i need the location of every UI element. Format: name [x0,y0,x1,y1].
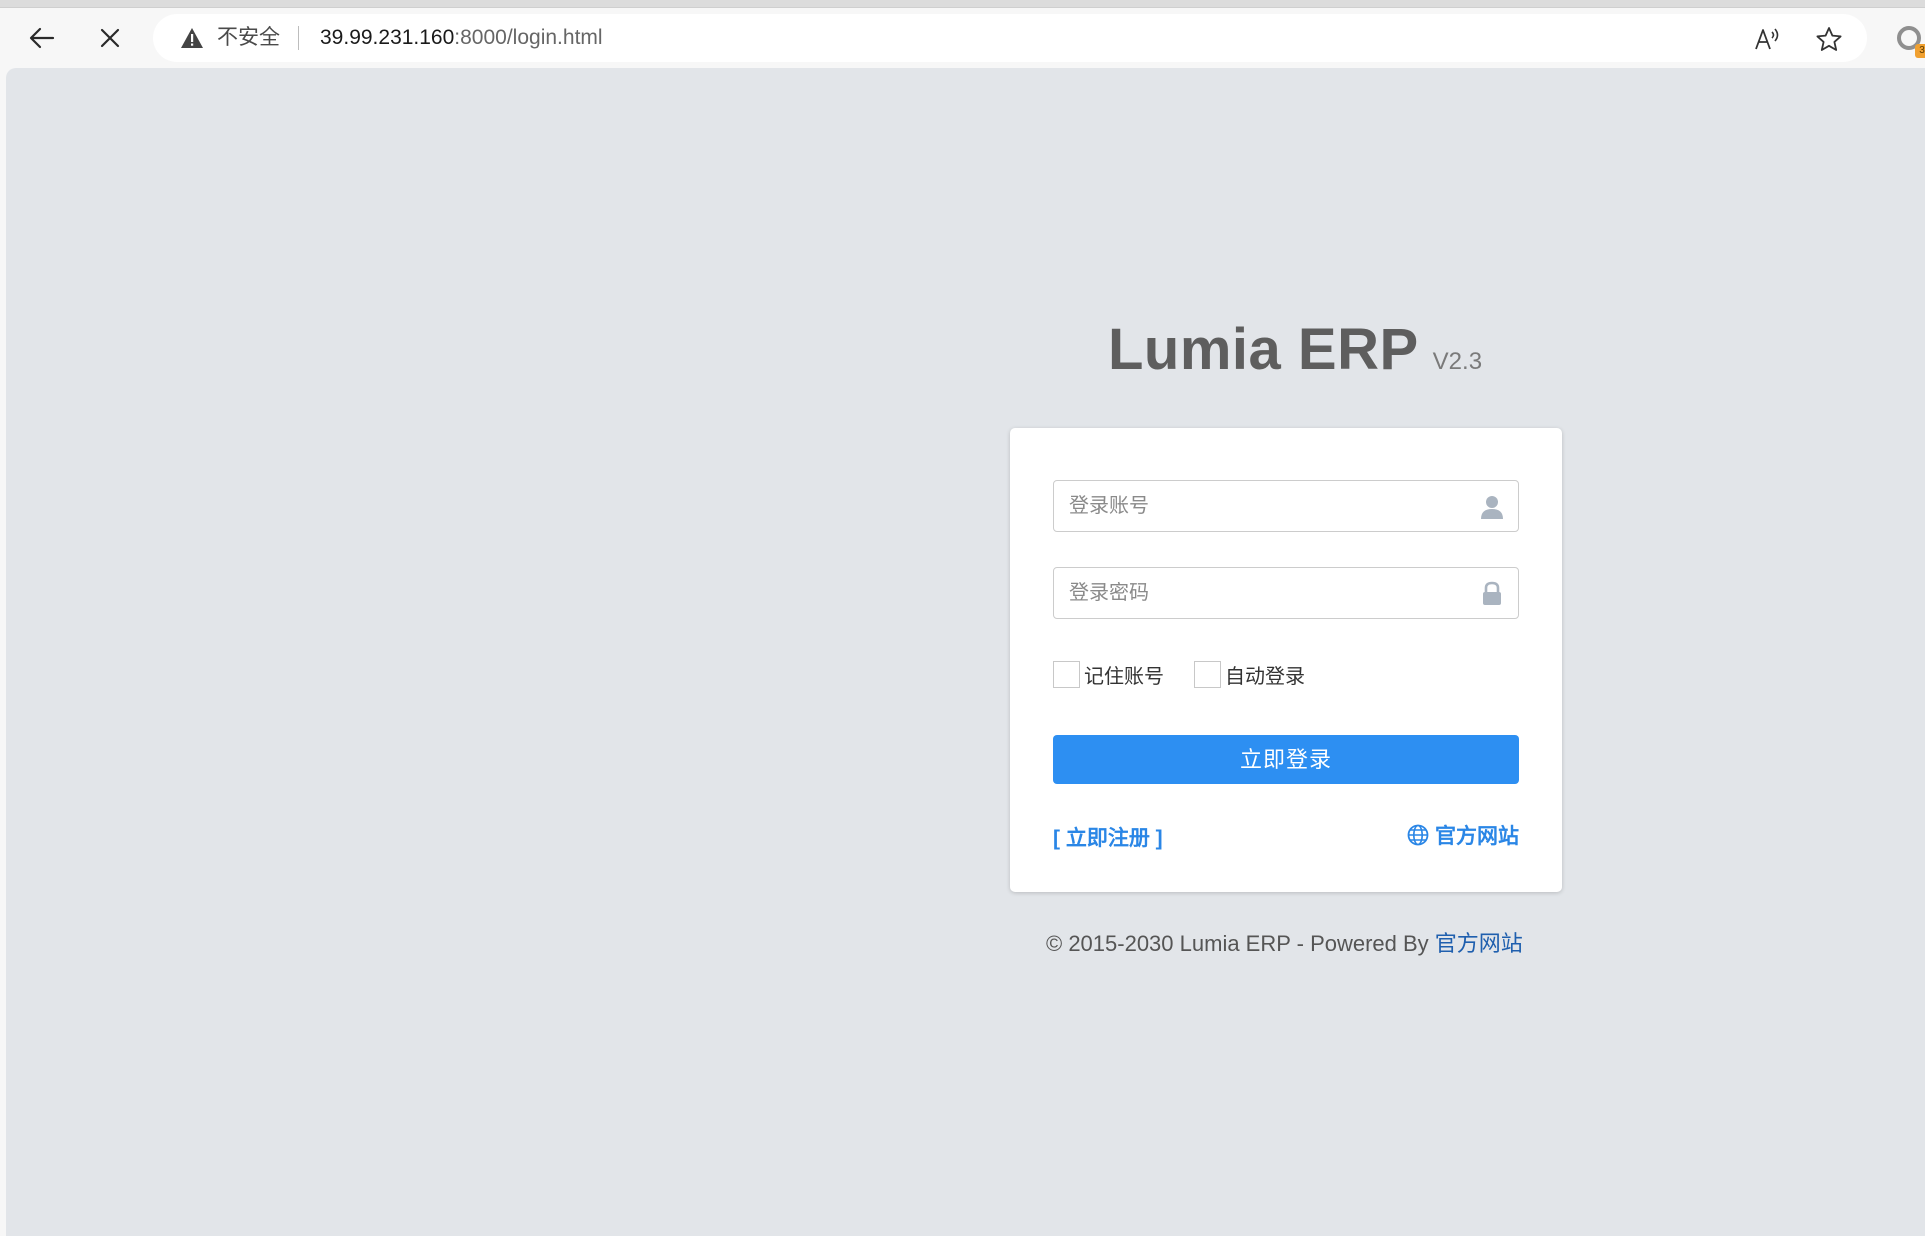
browser-toolbar: 不安全 39.99.231.160:8000/login.html 3 [0,0,1925,72]
user-icon [1481,496,1503,519]
password-field[interactable] [1053,567,1519,619]
close-icon [100,28,120,48]
password-input[interactable] [1054,568,1518,618]
official-website-link[interactable]: 官方网站 [1407,820,1519,850]
remember-account-checkbox[interactable]: 记住账号 [1053,660,1164,689]
copyright-text: © 2015-2030 Lumia ERP - Powered By [1046,931,1435,956]
login-card: 记住账号 自动登录 立即登录 [ 立即注册 ] 官方网站 [1010,428,1562,892]
auto-login-checkbox[interactable]: 自动登录 [1194,660,1305,689]
footer: © 2015-2030 Lumia ERP - Powered By 官方网站 [1046,926,1523,958]
app-version: V2.3 [1432,348,1483,375]
read-aloud-icon[interactable] [1753,26,1781,52]
login-options: 记住账号 自动登录 [1053,660,1305,688]
url-host: 39.99.231.160 [320,26,455,49]
remember-account-label[interactable]: 记住账号 [1084,660,1164,689]
address-divider [298,26,299,50]
security-status[interactable]: 不安全 [217,26,280,50]
url-path: :8000/login.html [454,26,603,49]
page-content: Lumia ERP V2.3 记住账号 自动登录 [6,68,1925,1236]
official-website-label[interactable]: 官方网站 [1435,820,1519,850]
username-field[interactable] [1053,480,1519,532]
login-button[interactable]: 立即登录 [1053,735,1519,784]
stop-loading-button[interactable] [90,18,130,58]
brand-header: Lumia ERP V2.3 [1108,316,1482,383]
auto-login-label[interactable]: 自动登录 [1225,660,1305,689]
star-icon[interactable] [1815,26,1843,52]
register-link[interactable]: [ 立即注册 ] [1053,822,1163,852]
app-title: Lumia ERP [1108,317,1419,382]
profile-badge: 3 [1915,44,1925,58]
profile-icon[interactable]: 3 [1895,24,1925,58]
globe-icon [1407,824,1429,846]
auto-login-checkbox-box[interactable] [1194,660,1221,688]
url-text[interactable]: 39.99.231.160:8000/login.html [320,26,603,50]
back-button[interactable] [22,18,62,58]
username-input[interactable] [1054,481,1518,531]
address-bar[interactable]: 不安全 39.99.231.160:8000/login.html [153,14,1867,62]
back-arrow-icon [29,27,55,49]
footer-website-link[interactable]: 官方网站 [1435,931,1523,956]
warning-icon[interactable] [180,27,204,49]
remember-checkbox-box[interactable] [1053,660,1080,688]
tab-strip [0,0,1925,8]
lock-icon [1483,581,1501,605]
